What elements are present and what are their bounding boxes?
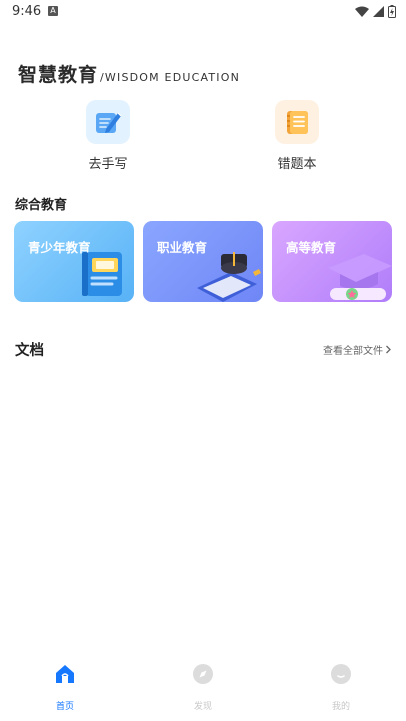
graduation-cap-book-icon (197, 252, 261, 302)
card-youth-education[interactable]: 青少年教育 (14, 221, 134, 302)
notebook-icon (275, 100, 319, 144)
notification-badge: A (48, 6, 58, 16)
chevron-right-icon (386, 345, 391, 354)
nav-home[interactable]: 首页 (35, 663, 95, 712)
card-higher-education[interactable]: 高等教育 (272, 221, 392, 302)
status-time: 9:46 (12, 4, 42, 19)
app-title-en: /WISDOM EDUCATION (100, 71, 241, 84)
signal-icon (373, 5, 384, 17)
app-title: 智慧教育 /WISDOM EDUCATION (18, 60, 240, 87)
user-icon (331, 664, 351, 684)
handwrite-label: 去手写 (88, 157, 128, 172)
view-all-files-label: 查看全部文件 (323, 346, 383, 357)
bottom-nav: 首页 发现 我的 (0, 655, 406, 721)
nav-mine-label: 我的 (331, 702, 350, 712)
mistake-book-button[interactable]: 错题本 (262, 100, 332, 172)
book-icon (82, 252, 122, 296)
pen-writing-icon (86, 100, 130, 144)
handwrite-button[interactable]: 去手写 (73, 100, 143, 172)
compass-icon (193, 664, 213, 684)
documents-title: 文档 (15, 343, 44, 359)
wifi-icon (355, 6, 369, 17)
nav-discover-label: 发现 (193, 702, 212, 712)
status-bar: 9:46 A (0, 0, 406, 24)
nav-discover[interactable]: 发现 (173, 663, 233, 712)
status-icons (355, 5, 396, 18)
home-icon (56, 665, 74, 683)
mortarboard-icon (328, 254, 392, 300)
nav-mine[interactable]: 我的 (311, 663, 371, 712)
nav-home-label: 首页 (55, 702, 74, 712)
section-title: 综合教育 (15, 198, 68, 213)
card-vocational-education[interactable]: 职业教育 (143, 221, 263, 302)
battery-icon (388, 5, 396, 18)
view-all-files-link[interactable]: 查看全部文件 (323, 342, 392, 357)
app-title-cn: 智慧教育 (18, 64, 99, 86)
mistake-book-label: 错题本 (277, 157, 317, 172)
